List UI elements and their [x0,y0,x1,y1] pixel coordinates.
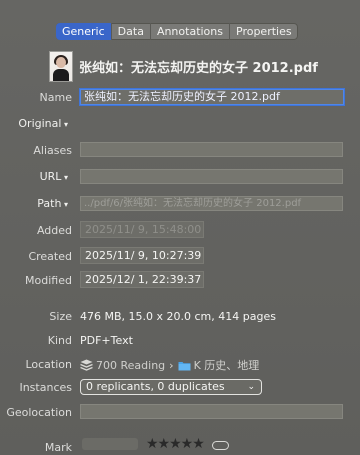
url-dropdown[interactable]: URL [40,170,68,183]
added-label: Added [36,224,72,237]
name-label: Name [39,91,72,104]
mark-label: Mark [44,441,72,454]
location-database-link[interactable]: 700 Reading [96,359,165,372]
instances-label: Instances [19,381,72,394]
created-label: Created [28,250,72,263]
kind-label: Kind [47,334,72,347]
tab-properties[interactable]: Properties [230,23,298,40]
label-color-swatches[interactable] [82,438,138,450]
aliases-label: Aliases [33,144,72,157]
chevron-right-icon: › [169,358,174,372]
instances-value: 0 replicants, 0 duplicates [86,380,225,393]
geolocation-field[interactable] [80,404,343,419]
size-label: Size [49,310,72,323]
database-stack-icon [80,359,93,371]
info-panel: Generic Data Annotations Properties 张纯如：… [0,0,360,455]
modified-label: Modified [25,274,72,287]
location-group-link[interactable]: K 历史、地理 [194,357,260,373]
added-date-field[interactable]: 2025/11/ 9, 15:48:00 [80,221,204,238]
chevron-down-icon: ⌄ [247,382,255,392]
original-dropdown[interactable]: Original [18,117,68,130]
instances-select[interactable]: 0 replicants, 0 duplicates ⌄ [80,379,262,395]
rating-stars[interactable]: ★★★★★ [146,436,205,452]
path-dropdown[interactable]: Path [37,197,68,210]
file-title: 张纯如：无法忘却历史的女子 2012.pdf [79,61,318,76]
path-field[interactable]: ../pdf/6/张纯如：无法忘却历史的女子 2012.pdf [80,196,343,211]
modified-date-field[interactable]: 2025/12/ 1, 22:39:37 [80,271,204,288]
tab-bar: Generic Data Annotations Properties [56,23,298,40]
location-label: Location [25,358,72,371]
aliases-field[interactable] [80,142,343,157]
tab-generic[interactable]: Generic [56,23,112,40]
name-field[interactable]: 张纯如：无法忘却历史的女子 2012.pdf [80,89,344,105]
url-field[interactable] [80,169,343,184]
file-thumbnail [49,51,73,82]
size-value: 476 MB, 15.0 x 20.0 cm, 414 pages [80,310,276,323]
tab-data[interactable]: Data [112,23,151,40]
flag-toggle[interactable] [212,441,229,450]
geolocation-label: Geolocation [6,406,72,419]
location-path: 700 Reading › K 历史、地理 [80,357,259,373]
folder-icon [178,360,191,371]
kind-value: PDF+Text [80,334,133,347]
created-date-field[interactable]: 2025/11/ 9, 10:27:39 [80,247,204,264]
tab-annotations[interactable]: Annotations [151,23,230,40]
